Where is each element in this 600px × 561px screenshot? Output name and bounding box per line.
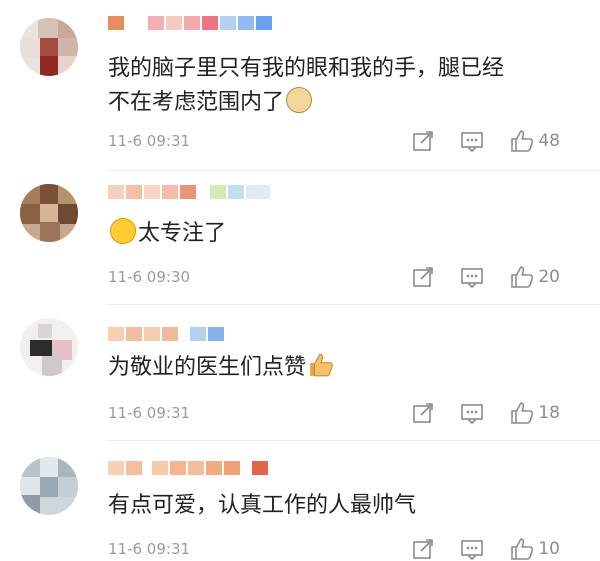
share-icon: [413, 539, 434, 559]
comment-text: 为敬业的医生们点赞: [108, 351, 578, 385]
share-icon: [413, 403, 434, 423]
share-button[interactable]: [412, 538, 434, 560]
thumbs-up-icon: [511, 538, 534, 560]
username[interactable]: [108, 461, 270, 479]
comment-text: 我的脑子里只有我的眼和我的手，腿已经 不在考虑范围内了: [108, 52, 578, 120]
reply-button[interactable]: [460, 402, 484, 424]
reply-icon: [461, 268, 484, 288]
comment-actions: 48: [386, 129, 560, 153]
share-button[interactable]: [412, 266, 434, 288]
comment-time: 11-6 09:31: [108, 404, 191, 422]
share-icon: [413, 267, 434, 287]
comment-time: 11-6 09:31: [108, 540, 191, 558]
comment-text: 有点可爱，认真工作的人最帅气: [108, 493, 417, 518]
reply-button[interactable]: [460, 266, 484, 288]
avatar[interactable]: [20, 18, 78, 76]
like-button[interactable]: 48: [510, 129, 560, 153]
comment-time: 11-6 09:31: [108, 132, 191, 150]
comment-feed: 我的脑子里只有我的眼和我的手，腿已经 不在考虑范围内了 11-6 09:31 4…: [0, 0, 600, 560]
comment-text-line: 不在考虑范围内了: [108, 86, 578, 120]
like-count: 20: [538, 267, 560, 287]
comment-actions: 10: [386, 537, 560, 561]
thumbs-up-icon: [511, 402, 534, 424]
like-button[interactable]: 18: [510, 401, 560, 425]
reply-icon: [461, 540, 484, 560]
avatar[interactable]: [20, 457, 78, 515]
avatar[interactable]: [20, 184, 78, 242]
comment-meta: 11-6 09:31 10: [108, 537, 580, 561]
like-count: 10: [538, 539, 560, 559]
thumbs-up-icon: [308, 352, 333, 377]
comment-item: 我的脑子里只有我的眼和我的手，腿已经 不在考虑范围内了 11-6 09:31 4…: [0, 0, 600, 170]
like-button[interactable]: 20: [510, 265, 560, 289]
thumbs-up-icon: [511, 266, 534, 288]
comment-time: 11-6 09:30: [108, 268, 191, 286]
like-count: 48: [538, 131, 560, 151]
like-button[interactable]: 10: [510, 537, 560, 561]
comment-text-line: 我的脑子里只有我的眼和我的手，腿已经: [108, 56, 505, 81]
cat-face-icon: [286, 87, 313, 113]
comment-text: 太专注了: [108, 217, 578, 251]
username[interactable]: [108, 185, 272, 203]
reply-icon: [461, 132, 484, 152]
like-count: 18: [538, 403, 560, 423]
comment-meta: 11-6 09:30 20: [108, 265, 580, 289]
comment-item: 有点可爱，认真工作的人最帅气 11-6 09:31 10: [0, 441, 600, 560]
username[interactable]: [108, 16, 274, 34]
thumbs-up-icon: [511, 130, 534, 152]
laughing-tears-icon: [110, 218, 136, 244]
share-icon: [413, 131, 434, 151]
avatar[interactable]: [20, 318, 78, 376]
reply-button[interactable]: [460, 130, 484, 152]
share-button[interactable]: [412, 130, 434, 152]
comment-actions: 18: [386, 401, 560, 425]
comment-actions: 20: [386, 265, 560, 289]
comment-item: 太专注了 11-6 09:30 20: [0, 171, 600, 304]
comment-item: 为敬业的医生们点赞 11-6 09:31 18: [0, 305, 600, 440]
username[interactable]: [108, 327, 226, 345]
comment-meta: 11-6 09:31 48: [108, 129, 580, 153]
comment-meta: 11-6 09:31 18: [108, 401, 580, 425]
reply-button[interactable]: [460, 538, 484, 560]
reply-icon: [461, 404, 484, 424]
share-button[interactable]: [412, 402, 434, 424]
